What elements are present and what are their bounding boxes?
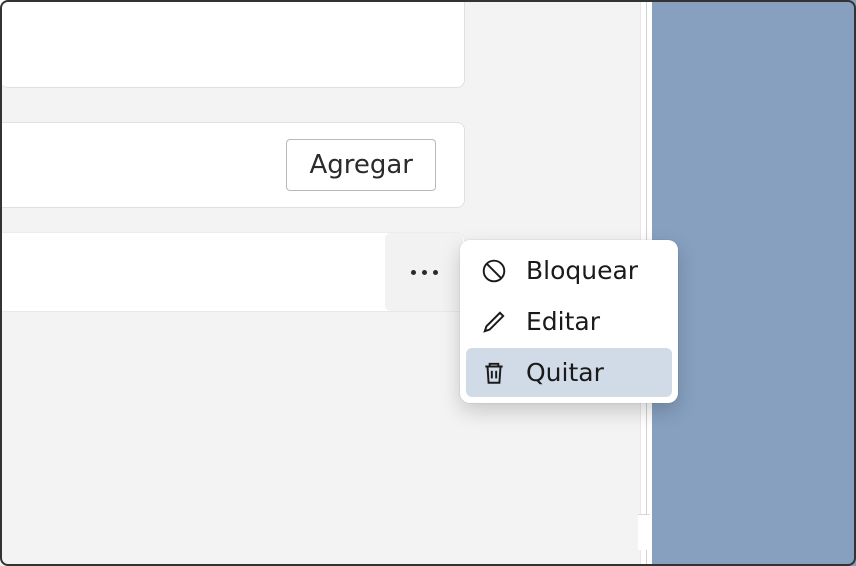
menu-item-label: Quitar: [526, 358, 604, 387]
add-button[interactable]: Agregar: [286, 139, 436, 191]
desktop-background: [652, 0, 856, 566]
edit-icon: [480, 308, 508, 336]
ellipsis-icon: [411, 270, 438, 275]
trash-icon: [480, 359, 508, 387]
menu-item-edit[interactable]: Editar: [466, 297, 672, 346]
add-section: Agregar: [0, 122, 465, 208]
menu-item-remove[interactable]: Quitar: [466, 348, 672, 397]
scroll-gap: [638, 514, 650, 550]
block-icon: [480, 257, 508, 285]
list-row: [0, 232, 465, 312]
menu-item-block[interactable]: Bloquear: [466, 246, 672, 295]
card-section: [0, 0, 465, 88]
more-options-button[interactable]: [385, 233, 463, 311]
menu-item-label: Editar: [526, 307, 600, 336]
menu-item-label: Bloquear: [526, 256, 638, 285]
context-menu: Bloquear Editar Quitar: [460, 240, 678, 403]
